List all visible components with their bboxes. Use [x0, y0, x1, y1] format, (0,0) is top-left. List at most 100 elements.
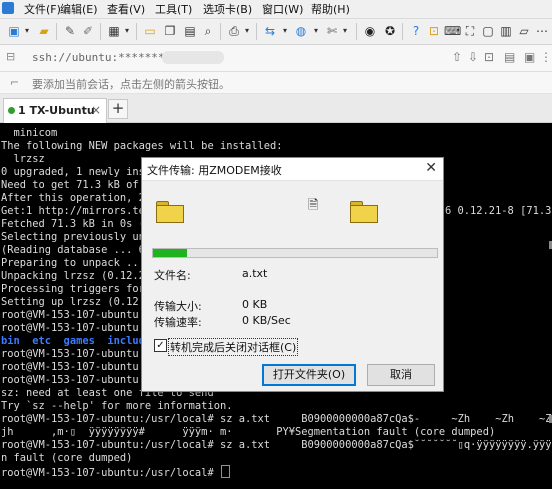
menu-bar: 文件(F) 编辑(E) 查看(V) 工具(T) 选项卡(B) 窗口(W) 帮助(… [0, 0, 552, 19]
filename-value: a.txt [242, 267, 268, 280]
tab-bar: 1 TX-Ubuntu × + [0, 94, 552, 123]
lock-icon[interactable]: ⊡ [484, 50, 494, 65]
terminal-line: Unpacking lrzsz (0.12.2 [1, 270, 145, 282]
window-icon[interactable]: ▢ [480, 23, 496, 39]
more-icon[interactable]: ⋯ [534, 23, 550, 39]
terminal-line: Setting up lrzsz (0.12. [1, 296, 145, 308]
size-value: 0 KB [242, 298, 268, 311]
terminal-fragment: 6 0.12.21-8 [71.3 [445, 205, 552, 217]
dialog-titlebar[interactable]: 文件传输: 用ZMODEM接收 ✕ [142, 158, 443, 181]
menu-file[interactable]: 文件(F) [24, 1, 61, 17]
terminal-line: Try `sz --help' for more information. [1, 400, 233, 412]
script-icon[interactable]: ✄ [324, 23, 340, 39]
terminal-line: root@VM-153-107-ubuntu: [1, 374, 145, 386]
terminal-line: root@VM-153-107-ubuntu: [1, 309, 145, 321]
edit-icon[interactable]: ✎ [62, 23, 78, 39]
paste-icon[interactable]: ▤ [182, 23, 198, 39]
chevron-down-icon[interactable]: ▾ [122, 23, 132, 39]
transfer-icon[interactable]: ⇆ [262, 23, 278, 39]
terminal-line: Fetched 71.3 kB in 0s (1 [1, 218, 152, 230]
session-hint-text: 要添加当前会话，点击左侧的箭头按钮。 [32, 78, 230, 91]
more-icon[interactable]: ⋮ [540, 50, 552, 65]
tab-tx-ubuntu[interactable]: 1 TX-Ubuntu × [3, 98, 107, 123]
terminal-line: root@VM-153-107-ubuntu: [1, 348, 145, 360]
terminal-line: Processing triggers for [1, 283, 145, 295]
terminal-line: root@VM-153-107-ubuntu:/usr/local# sz a.… [1, 413, 552, 425]
terminal-line: After this operation, 2 [1, 192, 145, 204]
terminal-line: lrzsz [1, 153, 45, 165]
cancel-button[interactable]: 取消 [367, 364, 435, 386]
terminal-line: jh ,m·▯ ÿÿÿÿÿÿÿÿ# ÿÿÿm· m· PY¥Segmentati… [1, 426, 496, 438]
filename-label: 文件名: [154, 269, 191, 282]
session-hint-bar: ⌐ 要添加当前会话，点击左侧的箭头按钮。 [0, 72, 552, 94]
chevron-down-icon[interactable]: ▾ [311, 23, 321, 39]
terminal-line: minicom [1, 127, 58, 139]
new-tab-button[interactable]: + [108, 99, 128, 119]
terminal-prompt-line: root@VM-153-107-ubuntu:/usr/local# [1, 465, 230, 479]
add-session-arrow-icon[interactable]: ⌐ [10, 76, 19, 89]
fullscreen-icon[interactable]: ⛶ [462, 23, 478, 39]
folder-icon[interactable]: ▭ [142, 23, 158, 39]
keyboard-icon[interactable]: ⌨ [444, 23, 461, 39]
comment-icon[interactable]: ▱ [516, 23, 532, 39]
menu-window[interactable]: 窗口(W) [262, 1, 303, 17]
terminal-line: Preparing to unpack ... [1, 257, 145, 269]
close-when-done-checkbox[interactable]: ✓ [154, 339, 167, 352]
lock-icon[interactable]: ⊡ [426, 23, 442, 39]
print-icon[interactable]: ⎙ [226, 23, 242, 39]
rate-value: 0 KB/Sec [242, 314, 291, 327]
terminal-line-ls-output: bin etc games include [1, 335, 152, 347]
transfer-progress-bar [152, 248, 438, 258]
arrow-up-icon[interactable]: ⇧ [452, 50, 462, 65]
zoom-icon[interactable]: ⌕ [200, 23, 216, 39]
tab-label: 1 TX-Ubuntu [18, 104, 95, 117]
menu-edit[interactable]: 编辑(E) [60, 1, 98, 17]
xftp-icon[interactable]: ◉ [362, 23, 378, 39]
chevron-down-icon[interactable]: ▾ [22, 23, 32, 39]
menu-help[interactable]: 帮助(H) [311, 1, 350, 17]
terminal-line: The following NEW packages will be insta… [1, 140, 283, 152]
address-bar: ⊟ ssh://ubuntu:************@ ⇧ ⇩ ⊡ ▤ ▣ ⋮ [0, 45, 552, 72]
zmodem-dialog: 文件传输: 用ZMODEM接收 ✕ 🗎 文件名: a.txt 传输大小: 0 K… [141, 157, 444, 392]
open-folder-button[interactable]: 打开文件夹(O) [262, 364, 356, 386]
chevron-down-icon[interactable]: ▾ [242, 23, 252, 39]
settings-icon[interactable]: ✐ [80, 23, 96, 39]
close-icon[interactable]: ✕ [425, 160, 437, 176]
terminal-line: 0 upgraded, 1 newly ins [1, 166, 145, 178]
terminal-prompt: root@VM-153-107-ubuntu:/usr/local# [1, 467, 220, 479]
copy-icon[interactable]: ❐ [162, 23, 178, 39]
terminal-line: Selecting previously un [1, 231, 145, 243]
layout-icon[interactable]: ▥ [498, 23, 514, 39]
source-folder-icon [156, 201, 184, 223]
panel-icon[interactable]: ▤ [504, 50, 515, 65]
grid-icon[interactable]: ▦ [106, 23, 122, 39]
address-icon: ⊟ [6, 50, 16, 63]
chevron-down-icon[interactable]: ▾ [340, 23, 350, 39]
close-when-done-label[interactable]: 转机完成后关闭对话框(C) [168, 338, 299, 356]
help-icon[interactable]: ? [408, 23, 424, 39]
menu-view[interactable]: 查看(V) [107, 1, 145, 17]
xagent-icon[interactable]: ✪ [382, 23, 398, 39]
menu-tabs[interactable]: 选项卡(B) [203, 1, 252, 17]
terminal-line: root@VM-153-107-ubuntu: [1, 322, 145, 334]
terminal-line: root@VM-153-107-ubuntu: [1, 361, 145, 373]
toolbar: ▣ ▾ ▰ ✎ ✐ ▦ ▾ ▭ ❐ ▤ ⌕ ⎙ ▾ ⇆ ▾ ◍ ▾ ✄ ▾ ◉ … [0, 19, 552, 45]
menu-tools[interactable]: 工具(T) [155, 1, 192, 17]
close-tab-icon[interactable]: × [91, 103, 101, 117]
terminal-line: root@VM-153-107-ubuntu:/usr/local# sz a.… [1, 439, 552, 451]
dialog-title: 文件传输: 用ZMODEM接收 [147, 164, 282, 177]
rate-label: 传输速率: [154, 316, 202, 329]
arrow-down-icon[interactable]: ⇩ [468, 50, 478, 65]
chevron-down-icon[interactable]: ▾ [280, 23, 290, 39]
redacted-host [162, 51, 224, 64]
terminal-line: Get:1 http://mirrors.ten [1, 205, 152, 217]
new-session-icon[interactable]: ▣ [6, 23, 22, 39]
terminal-line: (Reading database ... 6 [1, 244, 145, 256]
terminal-line: n fault (core dumped) [1, 452, 133, 464]
panel-icon-2[interactable]: ▣ [524, 50, 535, 65]
globe-icon[interactable]: ◍ [293, 23, 309, 39]
terminal-line: Need to get 71.3 kB of a [1, 179, 152, 191]
size-label: 传输大小: [154, 300, 202, 313]
open-icon[interactable]: ▰ [36, 23, 52, 39]
progress-fill [153, 249, 188, 257]
